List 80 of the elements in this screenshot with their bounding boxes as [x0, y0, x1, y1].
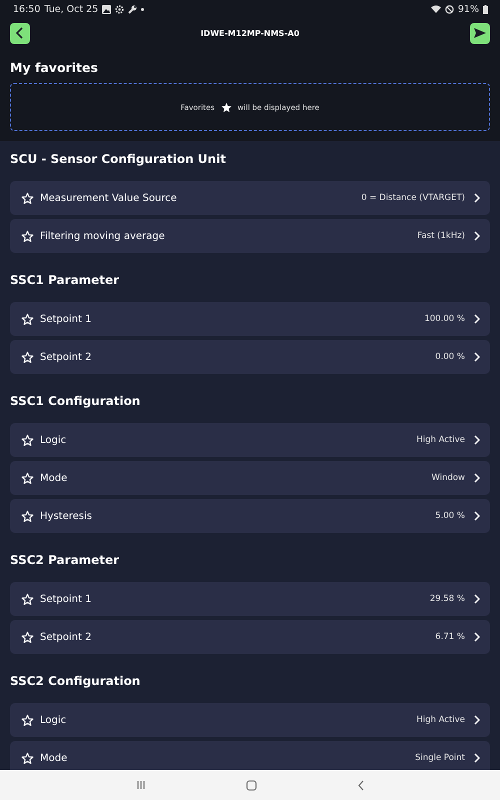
home-icon[interactable]: [246, 780, 256, 790]
chevron-right-icon: [474, 435, 480, 445]
parameter-row[interactable]: Filtering moving average Fast (1kHz): [10, 219, 490, 253]
parameter-value: Fast (1kHz): [417, 231, 465, 241]
parameter-value: 100.00 %: [424, 314, 465, 324]
chevron-right-icon: [474, 594, 480, 604]
parameter-value: 29.58 %: [430, 594, 465, 604]
parameter-label: Filtering moving average: [40, 230, 166, 242]
parameter-value: Single Point: [415, 753, 465, 763]
parameter-row[interactable]: Measurement Value Source 0 = Distance (VTARGET): [10, 181, 490, 215]
parameter-value: 5.00 %: [435, 511, 465, 521]
parameter-label: Logic: [40, 714, 68, 726]
star-outline-icon[interactable]: [21, 350, 34, 364]
status-date: Tue, Oct 25: [44, 4, 98, 14]
chevron-right-icon: [474, 632, 480, 642]
chevron-right-icon: [474, 352, 480, 362]
parameter-value: Window: [431, 473, 465, 483]
parameter-label: Measurement Value Source: [40, 192, 178, 204]
section-title: SSC1 Configuration: [10, 393, 142, 410]
star-outline-icon[interactable]: [21, 312, 34, 326]
chevron-right-icon: [474, 193, 480, 203]
star-outline-icon[interactable]: [21, 714, 34, 726]
parameter-row[interactable]: Mode Single Point: [10, 741, 490, 770]
parameter-row[interactable]: Setpoint 2 6.71 %: [10, 620, 490, 654]
battery-icon: [483, 4, 488, 14]
chevron-right-icon: [474, 473, 480, 483]
section-title: My favorites: [10, 60, 99, 75]
parameter-row[interactable]: Setpoint 1 100.00 %: [10, 302, 490, 336]
parameter-value: High Active: [416, 435, 465, 445]
section-title: SSC2 Configuration: [10, 673, 142, 690]
parameter-label: Setpoint 2: [40, 352, 92, 362]
send-icon: [472, 27, 487, 39]
back-button[interactable]: [10, 22, 30, 44]
parameter-label: Setpoint 1: [40, 594, 92, 604]
star-outline-icon[interactable]: [21, 434, 34, 446]
star-outline-icon[interactable]: [21, 192, 34, 204]
device-title: IDWE-M12MP-NMS-A0: [200, 28, 300, 38]
star-outline-icon[interactable]: [21, 592, 34, 606]
parameter-row[interactable]: Hysteresis 5.00 %: [10, 499, 490, 533]
section-title: SCU - Sensor Configuration Unit: [10, 151, 227, 168]
star-icon: [220, 102, 232, 112]
parameter-label: Mode: [40, 752, 68, 764]
chevron-right-icon: [474, 231, 480, 241]
chevron-right-icon: [474, 715, 480, 725]
chevron-left-icon: [15, 27, 25, 39]
parameter-row[interactable]: Logic High Active: [10, 423, 490, 457]
star-outline-icon[interactable]: [21, 630, 34, 644]
status-time: 16:50: [13, 4, 40, 14]
parameter-label: Setpoint 2: [40, 632, 92, 642]
gear-icon: [115, 4, 124, 14]
section-title: SSC2 Parameter: [10, 552, 120, 569]
chevron-right-icon: [474, 511, 480, 521]
do-not-disturb-icon: [444, 4, 454, 14]
notification-dot-icon: [141, 8, 144, 10]
chevron-right-icon: [474, 314, 480, 324]
star-outline-icon[interactable]: [21, 510, 34, 522]
wrench-icon: [128, 4, 138, 14]
back-icon[interactable]: [356, 780, 364, 790]
parameter-label: Hysteresis: [40, 510, 93, 522]
image-icon: [102, 4, 112, 14]
parameter-row[interactable]: Mode Window: [10, 461, 490, 495]
battery-level: 91%: [458, 4, 479, 14]
section-title: SSC1 Parameter: [10, 272, 120, 289]
parameter-label: Mode: [40, 472, 68, 484]
parameter-value: 0.00 %: [435, 352, 465, 362]
recent-apps-icon[interactable]: [136, 780, 146, 790]
parameter-value: High Active: [416, 715, 465, 725]
star-outline-icon[interactable]: [21, 230, 34, 242]
star-outline-icon[interactable]: [21, 472, 34, 484]
send-button[interactable]: [470, 22, 490, 44]
parameter-row[interactable]: Setpoint 1 29.58 %: [10, 582, 490, 616]
chevron-right-icon: [474, 753, 480, 763]
parameter-label: Logic: [40, 434, 68, 446]
parameter-value: 6.71 %: [435, 632, 465, 642]
parameter-label: Setpoint 1: [40, 314, 92, 324]
parameter-row[interactable]: Setpoint 2 0.00 %: [10, 340, 490, 374]
wifi-icon: [430, 5, 441, 13]
parameter-row[interactable]: Logic High Active: [10, 703, 490, 737]
parameter-value: 0 = Distance (VTARGET): [361, 193, 465, 203]
star-outline-icon[interactable]: [21, 752, 34, 764]
